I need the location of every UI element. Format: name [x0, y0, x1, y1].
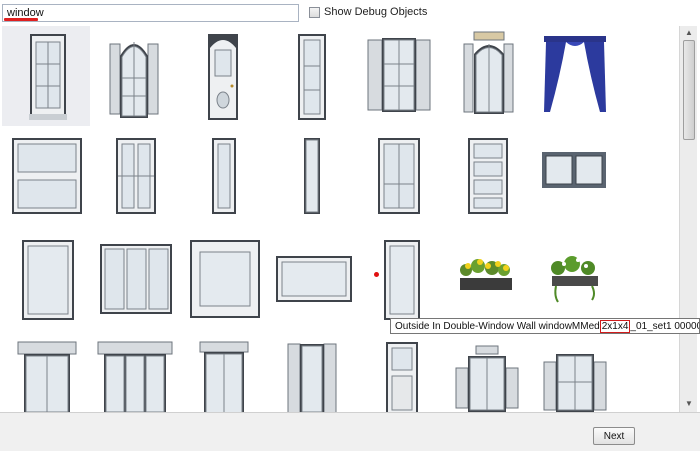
object-catalog-grid	[0, 26, 680, 412]
catalog-item-square-frame-window[interactable]	[178, 230, 266, 330]
casement-window-icon	[29, 34, 67, 120]
catalog-item-gray-double-window[interactable]	[530, 128, 618, 228]
catalog-item-corbel-window[interactable]	[2, 332, 90, 412]
catalog-item-arched-shutter-window[interactable]	[90, 26, 178, 126]
tooltip-text-suffix: _01_set1 000000000000000	[630, 321, 699, 332]
catalog-item-triple-corbel-window[interactable]	[90, 332, 178, 412]
catalog-item-slim-window[interactable]	[178, 128, 266, 228]
flower-box-yellow-icon	[460, 259, 512, 290]
catalog-item-picture-window-tall[interactable]	[2, 230, 90, 330]
four-pane-window-icon	[378, 138, 420, 214]
gray-double-window-icon	[542, 152, 606, 188]
show-debug-objects-toggle[interactable]: Show Debug Objects	[309, 6, 427, 18]
blue-curtains-icon	[544, 36, 606, 112]
narrow-picture-window-icon	[384, 240, 420, 320]
catalog-item-slim-tall-window[interactable]	[266, 128, 354, 228]
scroll-up-icon[interactable]: ▲	[683, 27, 695, 39]
window-with-shutters-icon	[543, 354, 607, 412]
wide-small-window-icon	[276, 256, 352, 302]
double-hung-window-icon	[116, 138, 156, 214]
search-input[interactable]	[2, 4, 299, 22]
picture-window-tall-icon	[22, 240, 74, 320]
search-highlight-mark	[4, 18, 38, 21]
catalog-item-blue-curtains[interactable]	[530, 26, 618, 126]
square-frame-window-icon	[190, 240, 260, 318]
catalog-item-door-window[interactable]	[178, 26, 266, 126]
tooltip-text-prefix: Outside In Double-Window Wall windowMMed	[395, 321, 600, 332]
catalog-item-casement-window[interactable]	[2, 26, 90, 126]
cursor-marker	[374, 272, 379, 277]
tall-narrow-window-icon	[298, 34, 326, 120]
louver-shutter-window-icon	[287, 343, 337, 412]
catalog-item-window-with-shutters[interactable]	[530, 332, 618, 412]
pediment-window-icon	[463, 31, 514, 114]
catalog-item-cornice-window[interactable]	[178, 332, 266, 412]
double-horizontal-window-icon	[12, 138, 82, 214]
tooltip-highlight: 2x1x4	[599, 320, 631, 333]
scrollbar-thumb[interactable]	[683, 40, 695, 140]
checkbox-icon[interactable]	[309, 6, 320, 18]
catalog-item-four-pane-window[interactable]	[354, 128, 442, 228]
catalog-item-stacked-window[interactable]	[442, 128, 530, 228]
slim-window-icon	[212, 138, 236, 214]
catalog-item-tall-narrow-window[interactable]	[266, 26, 354, 126]
cornice-window-icon	[199, 341, 249, 412]
next-button[interactable]: Next	[593, 427, 635, 445]
catalog-item-shuttered-window[interactable]	[354, 26, 442, 126]
triple-window-icon	[100, 244, 172, 314]
footer-bar: Next	[0, 412, 700, 451]
catalog-item-flower-box-yellow[interactable]	[442, 230, 530, 330]
stacked-window-icon	[468, 138, 508, 214]
corbel-window-icon	[17, 341, 77, 412]
catalog-item-flower-box-white[interactable]	[530, 230, 618, 330]
shuttered-window-icon	[367, 38, 431, 112]
flower-box-white-icon	[551, 256, 598, 303]
object-tooltip: Outside In Double-Window Wall windowMMed…	[390, 318, 700, 334]
slim-tall-window-icon	[304, 138, 320, 214]
catalog-item-narrow-picture-window[interactable]	[354, 230, 442, 330]
paneled-door-icon	[386, 342, 418, 412]
catalog-item-triple-window[interactable]	[90, 230, 178, 330]
show-debug-objects-label: Show Debug Objects	[324, 6, 428, 18]
twin-shutter-window-icon	[455, 345, 519, 412]
catalog-item-twin-shutter-window[interactable]	[442, 332, 530, 412]
catalog-item-paneled-door[interactable]	[354, 332, 442, 412]
catalog-item-louver-shutter-window[interactable]	[266, 332, 354, 412]
top-toolbar: Show Debug Objects	[0, 0, 700, 26]
triple-corbel-window-icon	[97, 341, 173, 412]
scroll-down-icon[interactable]: ▼	[683, 398, 695, 410]
door-window-icon	[208, 34, 238, 120]
catalog-item-double-hung-window[interactable]	[90, 128, 178, 228]
catalog-item-double-horizontal-window[interactable]	[2, 128, 90, 228]
catalog-item-wide-small-window[interactable]	[266, 230, 354, 330]
arched-shutter-window-icon	[109, 42, 159, 118]
vertical-scrollbar[interactable]: ▲ ▼	[679, 26, 697, 412]
catalog-item-pediment-window[interactable]	[442, 26, 530, 126]
